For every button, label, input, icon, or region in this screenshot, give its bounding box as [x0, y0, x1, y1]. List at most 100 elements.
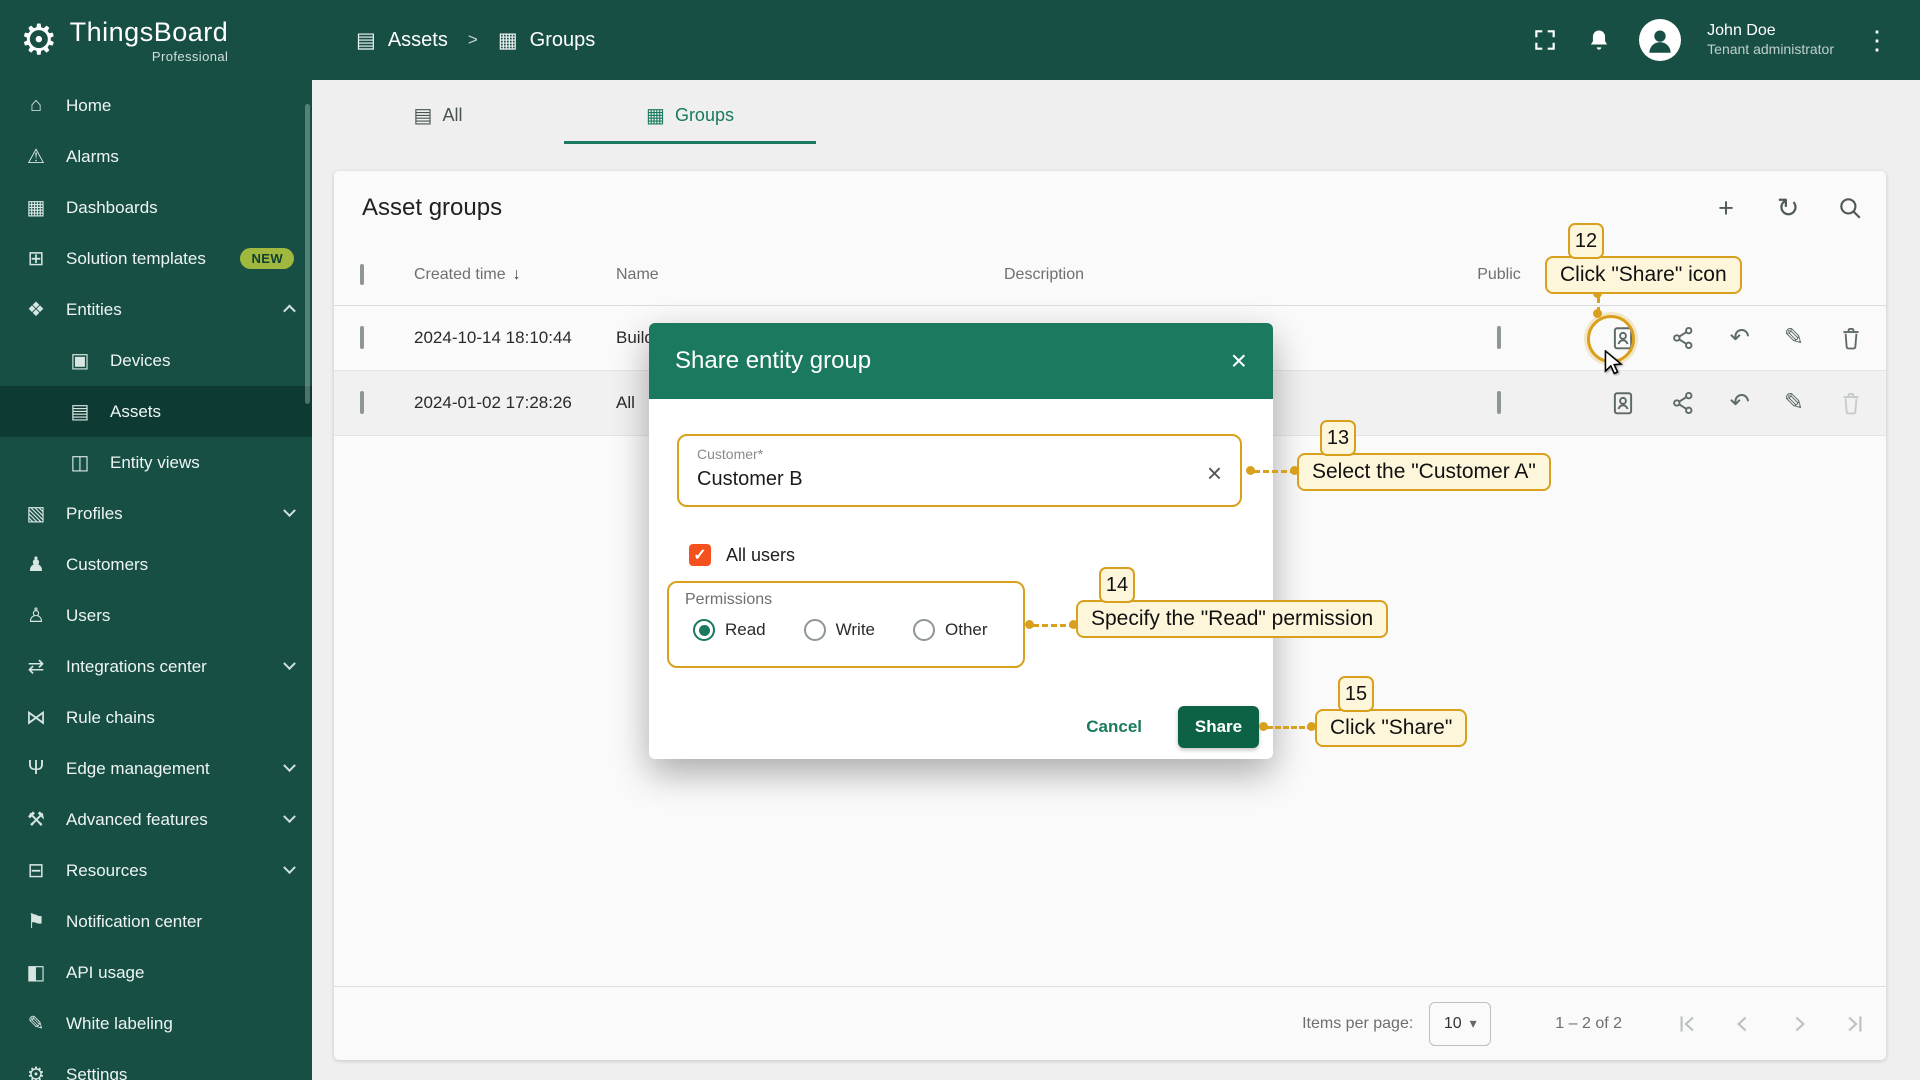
sidebar-item-assets[interactable]: ▤ Assets [0, 386, 312, 437]
previous-page-icon[interactable] [1730, 1011, 1756, 1037]
sidebar-item-solution-templates[interactable]: ⊞ Solution templates NEW [0, 233, 312, 284]
all-users-checkbox[interactable]: ✓ [689, 544, 711, 566]
sidebar-item-settings[interactable]: ⚙ Settings [0, 1049, 312, 1080]
row-checkbox[interactable] [360, 326, 364, 349]
connector-dot [1246, 466, 1255, 475]
share-icon[interactable] [1670, 325, 1696, 351]
sidebar-item-label: Customers [66, 554, 149, 574]
delete-icon[interactable] [1838, 325, 1864, 351]
clear-icon[interactable]: × [1207, 458, 1222, 489]
column-name[interactable]: Name [616, 266, 1004, 284]
select-all-checkbox[interactable] [360, 264, 364, 285]
sidebar-item-customers[interactable]: ♟ Customers [0, 539, 312, 590]
step-number-badge: 14 [1099, 567, 1135, 603]
sidebar-item-label: Notification center [66, 911, 203, 931]
api-usage-icon: ◧ [26, 962, 46, 984]
sidebar-item-integrations-center[interactable]: ⇄ Integrations center [0, 641, 312, 692]
notifications-bell-icon[interactable] [1585, 26, 1613, 54]
tab-all[interactable]: ▤ All [312, 86, 564, 144]
more-menu-icon[interactable]: ⋮ [1860, 25, 1894, 56]
entity-group-tabs: ▤ All ▦ Groups [312, 86, 1920, 144]
add-entity-group-button[interactable]: + [1712, 193, 1740, 223]
last-page-icon[interactable] [1842, 1011, 1868, 1037]
sidebar-item-label: Resources [66, 860, 148, 880]
radio-other[interactable]: Other [913, 619, 988, 641]
step-number-badge: 12 [1568, 223, 1604, 259]
sidebar-item-rule-chains[interactable]: ⋈ Rule chains [0, 692, 312, 743]
sidebar-item-notification-center[interactable]: ⚑ Notification center [0, 896, 312, 947]
sidebar-item-label: Home [66, 95, 112, 115]
dashboards-icon: ▦ [26, 197, 46, 219]
make-private-icon[interactable]: ↶ [1730, 390, 1750, 416]
sidebar-item-entity-views[interactable]: ◫ Entity views [0, 437, 312, 488]
close-icon[interactable]: × [1231, 347, 1247, 375]
sidebar-scrollbar[interactable] [305, 104, 310, 404]
column-created-time[interactable]: Created time ↓ [396, 266, 616, 284]
column-description[interactable]: Description [1004, 266, 1454, 284]
sidebar-item-dashboards[interactable]: ▦ Dashboards [0, 182, 312, 233]
sidebar-item-white-labeling[interactable]: ✎ White labeling [0, 998, 312, 1049]
sidebar-item-label: Profiles [66, 503, 123, 523]
sidebar-item-users[interactable]: ♙ Users [0, 590, 312, 641]
radio-read[interactable]: Read [693, 619, 766, 641]
sidebar-item-edge-management[interactable]: Ψ Edge management [0, 743, 312, 794]
app-logo[interactable]: ⚙ ThingsBoard Professional [0, 0, 312, 80]
step-number-badge: 13 [1320, 420, 1356, 456]
permissions-fieldset: Permissions Read Write Other [667, 581, 1025, 668]
sidebar-item-resources[interactable]: ⊟ Resources [0, 845, 312, 896]
radio-label: Write [835, 620, 875, 639]
user-info[interactable]: John Doe Tenant administrator [1707, 21, 1834, 59]
edge-icon: Ψ [27, 757, 45, 779]
sidebar-nav: ⌂ Home ⚠ Alarms ▦ Dashboards ⊞ Solution … [0, 80, 312, 1080]
share-icon[interactable] [1670, 390, 1696, 416]
page-size-select[interactable]: 10 ▾ [1429, 1001, 1492, 1046]
solution-templates-icon: ⊞ [27, 248, 45, 270]
sidebar-item-advanced-features[interactable]: ⚒ Advanced features [0, 794, 312, 845]
breadcrumb-item-assets[interactable]: Assets [388, 29, 448, 52]
integrations-icon: ⇄ [27, 656, 45, 678]
groups-breadcrumb-icon: ▦ [497, 28, 518, 52]
public-checkbox[interactable] [1497, 391, 1501, 414]
advanced-icon: ⚒ [27, 809, 45, 831]
next-page-icon[interactable] [1786, 1011, 1812, 1037]
column-public[interactable]: Public [1477, 266, 1521, 284]
sidebar-item-alarms[interactable]: ⚠ Alarms [0, 131, 312, 182]
edit-icon[interactable]: ✎ [1784, 325, 1804, 351]
radio-write[interactable]: Write [803, 619, 875, 641]
sidebar-item-label: Rule chains [66, 707, 155, 727]
refresh-button[interactable]: ↻ [1774, 193, 1802, 223]
sort-desc-icon[interactable]: ↓ [513, 266, 521, 284]
sidebar-item-home[interactable]: ⌂ Home [0, 80, 312, 131]
row-checkbox[interactable] [360, 391, 364, 414]
sidebar-item-api-usage[interactable]: ◧ API usage [0, 947, 312, 998]
make-private-icon[interactable]: ↶ [1730, 325, 1750, 351]
breadcrumb: ▤ Assets > ▦ Groups [356, 28, 595, 53]
resources-icon: ⊟ [27, 860, 45, 882]
cell-created-time: 2024-01-02 17:28:26 [414, 393, 572, 412]
sidebar-item-label: Dashboards [66, 197, 158, 217]
search-icon[interactable] [1836, 194, 1864, 222]
customer-field[interactable]: Customer* Customer B × [677, 434, 1242, 507]
tab-label: All [442, 104, 463, 125]
step-callout: Select the "Customer A" [1297, 453, 1551, 491]
sidebar-item-profiles[interactable]: ▧ Profiles [0, 488, 312, 539]
cancel-button[interactable]: Cancel [1086, 717, 1142, 737]
share-button[interactable]: Share [1178, 706, 1259, 748]
user-avatar[interactable] [1639, 19, 1682, 61]
manage-users-icon[interactable] [1610, 390, 1636, 416]
sidebar-item-label: Integrations center [66, 656, 207, 676]
new-badge: NEW [240, 248, 294, 269]
breadcrumb-item-groups[interactable]: Groups [530, 29, 596, 52]
chevron-down-icon [283, 504, 296, 518]
permissions-label: Permissions [685, 591, 773, 608]
edit-icon[interactable]: ✎ [1784, 390, 1804, 416]
sidebar-item-label: Alarms [66, 146, 119, 166]
first-page-icon[interactable] [1674, 1011, 1700, 1037]
chevron-down-icon [283, 861, 296, 875]
fullscreen-icon[interactable] [1531, 26, 1559, 54]
sidebar-item-devices[interactable]: ▣ Devices [0, 335, 312, 386]
sidebar-item-entities[interactable]: ❖ Entities [0, 284, 312, 335]
chevron-down-icon [283, 810, 296, 824]
tab-groups[interactable]: ▦ Groups [564, 86, 816, 144]
public-checkbox[interactable] [1497, 326, 1501, 349]
